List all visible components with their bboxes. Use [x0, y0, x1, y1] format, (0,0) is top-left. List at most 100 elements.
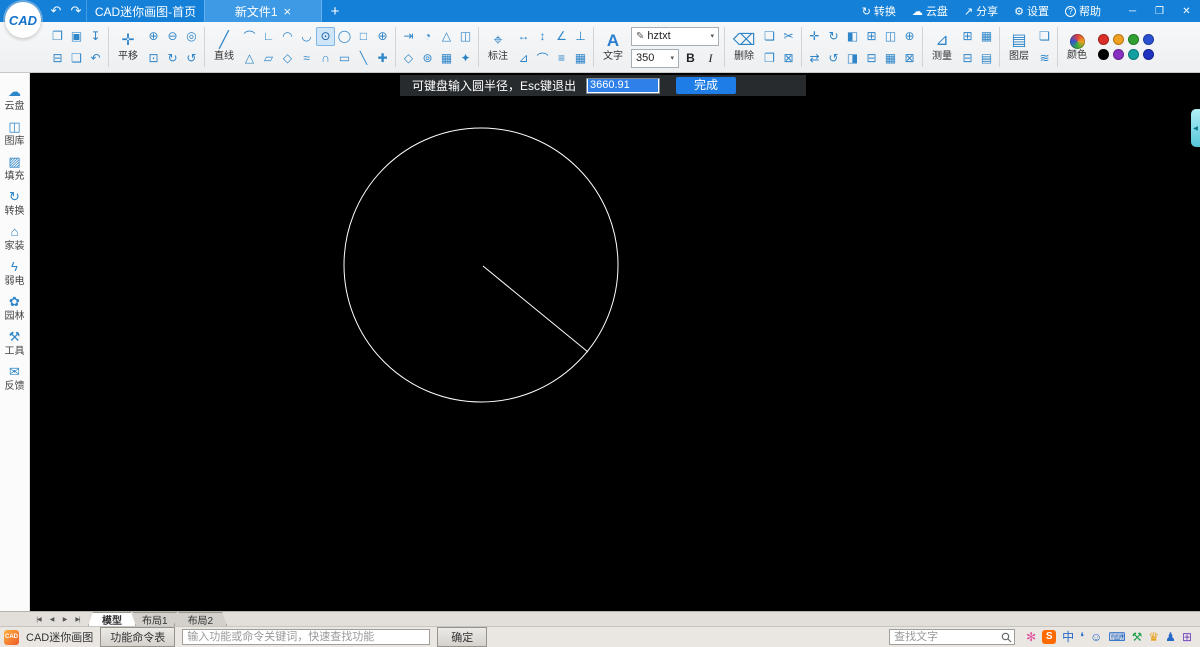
rotate-icon[interactable]: ↻: [824, 27, 843, 46]
cut-icon[interactable]: ✂: [779, 27, 798, 46]
redo-view-icon[interactable]: ↻: [163, 49, 182, 68]
export-icon[interactable]: ↧: [86, 27, 105, 46]
sidebar-item-convert[interactable]: ↻转换: [5, 190, 25, 217]
arc-icon[interactable]: ◠: [278, 27, 297, 46]
sidebar-item-home-design[interactable]: ⌂家装: [5, 225, 25, 252]
undo-icon[interactable]: ↶: [86, 49, 105, 68]
layer-list-icon[interactable]: ≋: [1035, 49, 1054, 68]
confirm-button[interactable]: 确定: [437, 627, 487, 647]
polyline-icon[interactable]: ⌒: [240, 27, 259, 46]
dim-linear-icon[interactable]: ↔: [514, 27, 533, 46]
convert-action[interactable]: ↻ 转换: [862, 3, 896, 19]
array-icon[interactable]: ⊞: [862, 27, 881, 46]
fillet-icon[interactable]: ◇: [399, 49, 418, 68]
bold-button[interactable]: B: [682, 49, 699, 68]
circle-tool-icon[interactable]: ⊙: [316, 27, 335, 46]
angle-line-icon[interactable]: ∟: [259, 27, 278, 46]
offset-icon[interactable]: ⇥: [399, 27, 418, 46]
scale-icon[interactable]: ◫: [881, 27, 900, 46]
dimension-tool[interactable]: ⌖标注: [482, 24, 514, 71]
join-icon[interactable]: ⊕: [900, 27, 919, 46]
command-table-button[interactable]: 功能命令表: [100, 627, 175, 647]
color-swatch[interactable]: [1128, 34, 1139, 45]
zoom-in-icon[interactable]: ⊕: [144, 27, 163, 46]
find-text-input[interactable]: [890, 631, 998, 643]
soft-keyboard-icon[interactable]: ⌨: [1108, 630, 1125, 644]
save-file-icon[interactable]: ▣: [67, 27, 86, 46]
copy-doc-icon[interactable]: ❏: [67, 49, 86, 68]
share-action[interactable]: ↗ 分享: [964, 3, 998, 19]
pan-tool[interactable]: ✛平移: [112, 24, 144, 71]
rectangle-icon[interactable]: □: [354, 27, 373, 46]
parallelogram-icon[interactable]: ▱: [259, 49, 278, 68]
zoom-out-icon[interactable]: ⊖: [163, 27, 182, 46]
tab-close-icon[interactable]: ×: [284, 5, 292, 18]
grid-icon[interactable]: ▦: [977, 27, 996, 46]
dim-angular-icon[interactable]: ∠: [552, 27, 571, 46]
spline-icon[interactable]: ≈: [297, 49, 316, 68]
wide-rect-icon[interactable]: ▭: [335, 49, 354, 68]
arc-alt-icon[interactable]: ◡: [297, 27, 316, 46]
sidebar-item-electrical[interactable]: ϟ弱电: [5, 260, 25, 287]
line-tool[interactable]: ╱直线: [208, 24, 240, 71]
color-tool[interactable]: 颜色: [1061, 24, 1093, 71]
settings-action[interactable]: ⚙ 设置: [1014, 3, 1049, 19]
zoom-window-icon[interactable]: ⊡: [144, 49, 163, 68]
dim-vertical-icon[interactable]: ↕: [533, 27, 552, 46]
dim-arc-icon[interactable]: ⌒: [533, 49, 552, 68]
triangle-icon[interactable]: △: [240, 49, 259, 68]
sogou-input-icon[interactable]: S: [1042, 630, 1056, 644]
print-icon[interactable]: ⊟: [48, 49, 67, 68]
polygon-icon[interactable]: ◇: [278, 49, 297, 68]
cloud-action[interactable]: ☁ 云盘: [912, 3, 948, 19]
chamfer-icon[interactable]: △: [437, 27, 456, 46]
sheet-tab-layout2[interactable]: 布局2: [174, 612, 228, 626]
open-file-icon[interactable]: ❐: [48, 27, 67, 46]
italic-button[interactable]: I: [702, 49, 719, 68]
new-tab-button[interactable]: +: [322, 0, 348, 22]
dim-grid-icon[interactable]: ▦: [571, 49, 590, 68]
diagonal-line-icon[interactable]: ╲: [354, 49, 373, 68]
trim-icon[interactable]: ◔: [418, 27, 437, 46]
delete-block-icon[interactable]: ⊠: [900, 49, 919, 68]
sidebar-item-gallery[interactable]: ◫图库: [5, 120, 25, 147]
table-icon[interactable]: ⊞: [958, 27, 977, 46]
close-button[interactable]: ✕: [1173, 0, 1200, 22]
sheet-tab-model[interactable]: 模型: [88, 612, 136, 626]
prev-sheet-button[interactable]: ◀: [45, 612, 58, 626]
color-swatch[interactable]: [1098, 34, 1109, 45]
color-swatch[interactable]: [1113, 49, 1124, 60]
ellipse-icon[interactable]: ◯: [335, 27, 354, 46]
explode-icon[interactable]: ✦: [456, 49, 475, 68]
dim-radius-icon[interactable]: ⊿: [514, 49, 533, 68]
radius-input[interactable]: 3660.91: [586, 78, 660, 94]
pet-assistant-icon[interactable]: ✻: [1026, 630, 1036, 644]
block-icon[interactable]: ◫: [456, 27, 475, 46]
color-swatch[interactable]: [1098, 49, 1109, 60]
color-swatch[interactable]: [1128, 49, 1139, 60]
forward-icon[interactable]: ↷: [66, 3, 86, 19]
undo-view-icon[interactable]: ↺: [182, 49, 201, 68]
toolbox-icon[interactable]: ⚒: [1132, 630, 1143, 644]
delete-tool[interactable]: ⌫删除: [728, 24, 760, 71]
command-input[interactable]: [182, 629, 430, 645]
help-action[interactable]: ? 帮助: [1065, 3, 1101, 19]
color-swatch[interactable]: [1113, 34, 1124, 45]
donut-icon[interactable]: ⊚: [418, 49, 437, 68]
font-size-select[interactable]: 350▾: [631, 49, 679, 68]
move-icon[interactable]: ✛: [805, 27, 824, 46]
cross-icon[interactable]: ✚: [373, 49, 392, 68]
rewards-icon[interactable]: ♛: [1148, 630, 1159, 644]
dim-baseline-icon[interactable]: ≡: [552, 49, 571, 68]
layer-tool[interactable]: ▤图层: [1003, 24, 1035, 71]
tab-home[interactable]: CAD迷你画图-首页: [86, 0, 204, 22]
font-family-select[interactable]: ✎hztxt▾: [631, 27, 719, 46]
color-swatch[interactable]: [1143, 49, 1154, 60]
sidebar-item-feedback[interactable]: ✉反馈: [5, 365, 25, 392]
text-tool[interactable]: A文字: [597, 24, 629, 71]
row-icon[interactable]: ⊟: [958, 49, 977, 68]
more-tray-icon[interactable]: ⊞: [1182, 630, 1192, 644]
paste-icon[interactable]: ❐: [760, 49, 779, 68]
copy-icon[interactable]: ❏: [760, 27, 779, 46]
point-icon[interactable]: ⊕: [373, 27, 392, 46]
